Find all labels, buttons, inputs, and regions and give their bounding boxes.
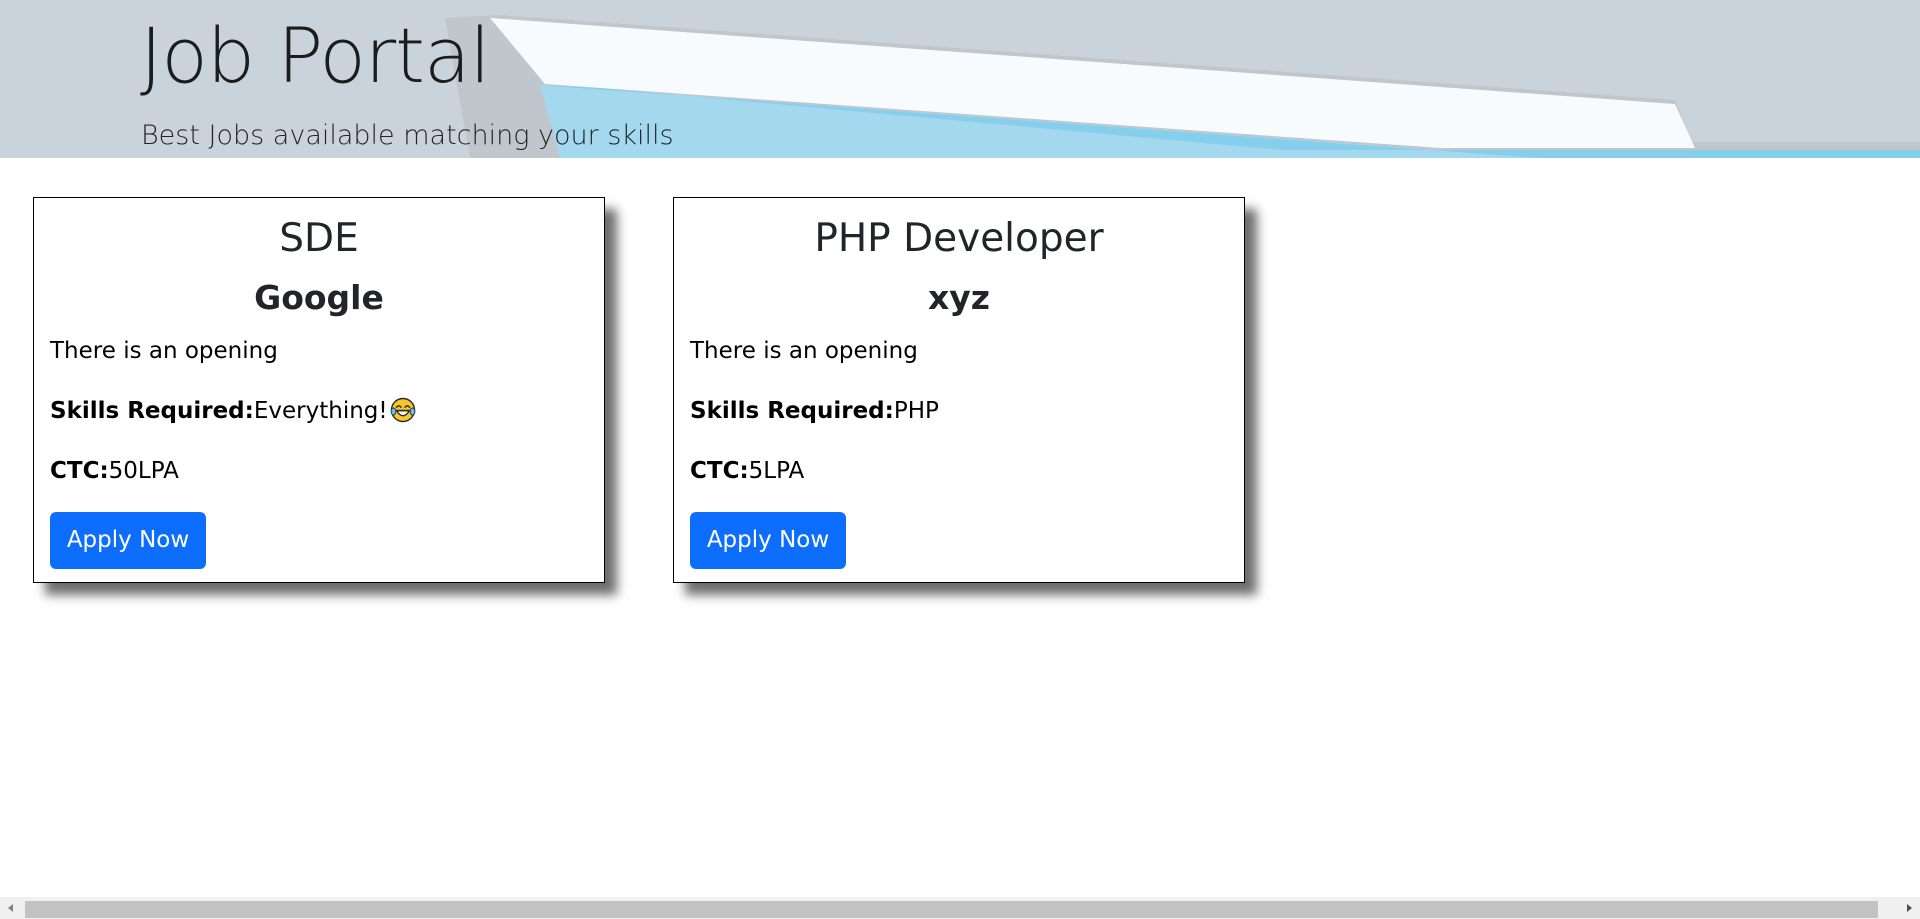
page-title: Job Portal <box>140 11 491 100</box>
skills-value: PHP <box>893 398 939 424</box>
job-skills: Skills Required:PHP <box>690 396 939 426</box>
job-skills: Skills Required:Everything! <box>50 396 416 426</box>
job-title: PHP Developer <box>814 216 1104 261</box>
scroll-left-arrow-icon[interactable] <box>0 897 22 919</box>
job-card: SDE Google There is an opening Skills Re… <box>33 197 605 583</box>
apply-now-button[interactable]: Apply Now <box>690 512 846 569</box>
ctc-label: CTC: <box>690 458 749 484</box>
job-description: There is an opening <box>50 338 278 364</box>
job-company: Google <box>254 278 384 317</box>
horizontal-scrollbar[interactable] <box>0 897 1920 919</box>
job-card: PHP Developer xyz There is an opening Sk… <box>673 197 1245 583</box>
scroll-right-arrow-icon[interactable] <box>1898 897 1920 919</box>
skills-label: Skills Required: <box>50 398 254 424</box>
skills-label: Skills Required: <box>690 398 894 424</box>
job-ctc: CTC:5LPA <box>690 456 804 486</box>
scrollbar-thumb[interactable] <box>25 901 1878 918</box>
ctc-value: 5LPA <box>748 458 805 484</box>
header-banner: Job Portal Best Jobs available matching … <box>0 0 1920 158</box>
job-company: xyz <box>927 278 990 317</box>
job-title: SDE <box>279 216 359 261</box>
ctc-value: 50LPA <box>108 458 179 484</box>
job-ctc: CTC:50LPA <box>50 456 179 486</box>
apply-now-button[interactable]: Apply Now <box>50 512 206 569</box>
ctc-label: CTC: <box>50 458 109 484</box>
page-subtitle: Best Jobs available matching your skills <box>141 120 674 151</box>
laughing-tears-emoji-icon <box>390 397 415 423</box>
skills-value: Everything! <box>253 398 388 424</box>
job-description: There is an opening <box>690 338 918 364</box>
